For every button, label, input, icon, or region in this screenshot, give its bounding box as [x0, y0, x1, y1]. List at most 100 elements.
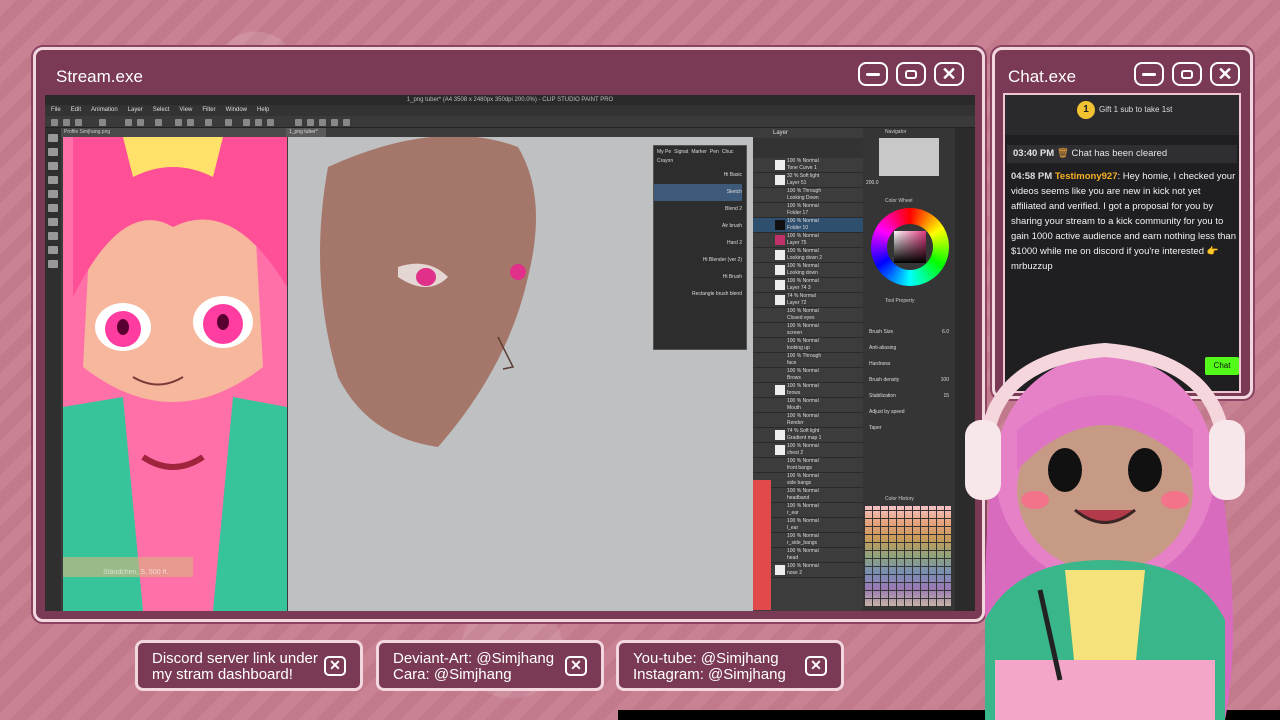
- toolbar-icon[interactable]: [137, 119, 144, 126]
- layer-row[interactable]: 100 % Normal Looking down 2: [753, 248, 863, 263]
- reference-tab[interactable]: Profile Simjhang.png: [61, 128, 286, 137]
- menu-help[interactable]: Help: [257, 105, 269, 116]
- menu-view[interactable]: View: [179, 105, 192, 116]
- layer-row[interactable]: 100 % Normal chest 2: [753, 443, 863, 458]
- tool-property-row[interactable]: Hardness: [869, 356, 949, 372]
- toolbar-icon[interactable]: [99, 119, 106, 126]
- toolbar-icon[interactable]: [155, 119, 162, 126]
- layer-row[interactable]: 32 % Soft light Layer 51: [753, 173, 863, 188]
- layer-row[interactable]: 100 % Normal Tone Curve 1: [753, 158, 863, 173]
- sub-tool-tab[interactable]: Crayon: [657, 158, 673, 164]
- tool-property-title: Tool Property: [885, 298, 915, 304]
- tool-icon[interactable]: [48, 148, 58, 156]
- menu-animation[interactable]: Animation: [91, 105, 118, 116]
- menu-window[interactable]: Window: [226, 105, 247, 116]
- toolbar-icon[interactable]: [75, 119, 82, 126]
- layer-row[interactable]: 100 % Normal Render: [753, 413, 863, 428]
- brush-item[interactable]: Hard 2: [654, 235, 742, 252]
- layer-row[interactable]: 74 % Normal Layer 72: [753, 293, 863, 308]
- pinned-message[interactable]: 1 Gift 1 sub to take 1st: [1005, 95, 1239, 135]
- menu-edit[interactable]: Edit: [71, 105, 81, 116]
- tool-property-row[interactable]: Brush Size 6.0: [869, 324, 949, 340]
- tool-icon[interactable]: [48, 246, 58, 254]
- toolbar-icon[interactable]: [267, 119, 274, 126]
- close-icon[interactable]: ✕: [805, 656, 827, 676]
- toolbar-icon[interactable]: [51, 119, 58, 126]
- tool-icon[interactable]: [48, 176, 58, 184]
- brush-item[interactable]: Hi Brush: [654, 269, 742, 286]
- toolbar-icon[interactable]: [331, 119, 338, 126]
- layer-row[interactable]: 100 % Normal brows: [753, 383, 863, 398]
- toolbar-icon[interactable]: [175, 119, 182, 126]
- brush-item[interactable]: Blend 2: [654, 201, 742, 218]
- maximize-button[interactable]: [896, 62, 926, 86]
- close-button[interactable]: ✕: [934, 62, 964, 86]
- toolbar-icon[interactable]: [125, 119, 132, 126]
- sub-tool-tab[interactable]: My Pe: [657, 149, 671, 155]
- tool-property-row[interactable]: Brush density 100: [869, 372, 949, 388]
- canvas-tab[interactable]: 1_png tuber*: [286, 128, 326, 137]
- tool-icon[interactable]: [48, 232, 58, 240]
- layer-row[interactable]: 100 % Through face: [753, 353, 863, 368]
- tool-icon[interactable]: [48, 162, 58, 170]
- layer-row[interactable]: 100 % Normal screen: [753, 323, 863, 338]
- system-time: 03:40 PM: [1013, 148, 1055, 159]
- tool-property-row[interactable]: Taper: [869, 420, 949, 436]
- layer-row[interactable]: 100 % Normal Closed eyes: [753, 308, 863, 323]
- sub-tool-tab[interactable]: Pen: [710, 149, 719, 155]
- tool-property-row[interactable]: Anti-aliasing: [869, 340, 949, 356]
- sub-tool-tab[interactable]: Marker: [691, 149, 707, 155]
- color-wheel[interactable]: [871, 208, 949, 286]
- close-icon[interactable]: ✕: [324, 656, 346, 676]
- message-username[interactable]: Testimony927: [1055, 171, 1118, 182]
- layer-row[interactable]: 74 % Soft light Gradient map 1: [753, 428, 863, 443]
- toolbar-icon[interactable]: [295, 119, 302, 126]
- sub-tool-tab[interactable]: Chuc: [722, 149, 734, 155]
- menu-select[interactable]: Select: [153, 105, 170, 116]
- layer-row[interactable]: 100 % Normal Layer 74 3: [753, 278, 863, 293]
- color-square[interactable]: [894, 231, 926, 263]
- maximize-button[interactable]: [1172, 62, 1202, 86]
- layer-row[interactable]: 100 % Normal looking up: [753, 338, 863, 353]
- navigator-preview[interactable]: [879, 138, 939, 176]
- tool-icon[interactable]: [48, 204, 58, 212]
- toolbar-icon[interactable]: [343, 119, 350, 126]
- color-swatches[interactable]: [865, 506, 951, 606]
- brush-item[interactable]: Sketch: [654, 184, 742, 201]
- minimize-button[interactable]: [1134, 62, 1164, 86]
- layer-row[interactable]: 100 % Normal Brows: [753, 368, 863, 383]
- brush-item[interactable]: Hi Basic: [654, 167, 742, 184]
- brush-item[interactable]: Rectangle brush blend: [654, 286, 742, 303]
- zoom-value[interactable]: 200.0: [866, 180, 879, 186]
- toolbar-icon[interactable]: [255, 119, 262, 126]
- menu-file[interactable]: File: [51, 105, 61, 116]
- menu-filter[interactable]: Filter: [202, 105, 215, 116]
- sub-tool-tab[interactable]: Signat: [674, 149, 688, 155]
- layer-row[interactable]: 100 % Normal Folder 17: [753, 203, 863, 218]
- layer-row[interactable]: 100 % Normal Looking down: [753, 263, 863, 278]
- layer-row[interactable]: 100 % Through Looking Down: [753, 188, 863, 203]
- toolbar-icon[interactable]: [205, 119, 212, 126]
- close-button[interactable]: ✕: [1210, 62, 1240, 86]
- tool-property-row[interactable]: Adjust by speed: [869, 404, 949, 420]
- toolbar-icon[interactable]: [63, 119, 70, 126]
- tool-icon[interactable]: [48, 134, 58, 142]
- tool-icon[interactable]: [48, 190, 58, 198]
- brush-item[interactable]: Air brush: [654, 218, 742, 235]
- toolbar-icon[interactable]: [243, 119, 250, 126]
- close-icon[interactable]: ✕: [565, 656, 587, 676]
- minimize-button[interactable]: [858, 62, 888, 86]
- toolbar-icon[interactable]: [187, 119, 194, 126]
- menu-layer[interactable]: Layer: [128, 105, 143, 116]
- tool-icon[interactable]: [48, 218, 58, 226]
- tool-icon[interactable]: [48, 260, 58, 268]
- toolbar-icon[interactable]: [307, 119, 314, 126]
- toolbar-icon[interactable]: [225, 119, 232, 126]
- toolbar-icon[interactable]: [319, 119, 326, 126]
- layer-row[interactable]: 100 % Normal Layer 75: [753, 233, 863, 248]
- layer-row[interactable]: 100 % Normal Mouth: [753, 398, 863, 413]
- layer-row-selected[interactable]: 100 % Normal Folder 10: [753, 218, 863, 233]
- brush-item[interactable]: Hi Blender (ver 2): [654, 252, 742, 269]
- layer-row[interactable]: 100 % Normal front bangs: [753, 458, 863, 473]
- tool-property-row[interactable]: Stabilization 15: [869, 388, 949, 404]
